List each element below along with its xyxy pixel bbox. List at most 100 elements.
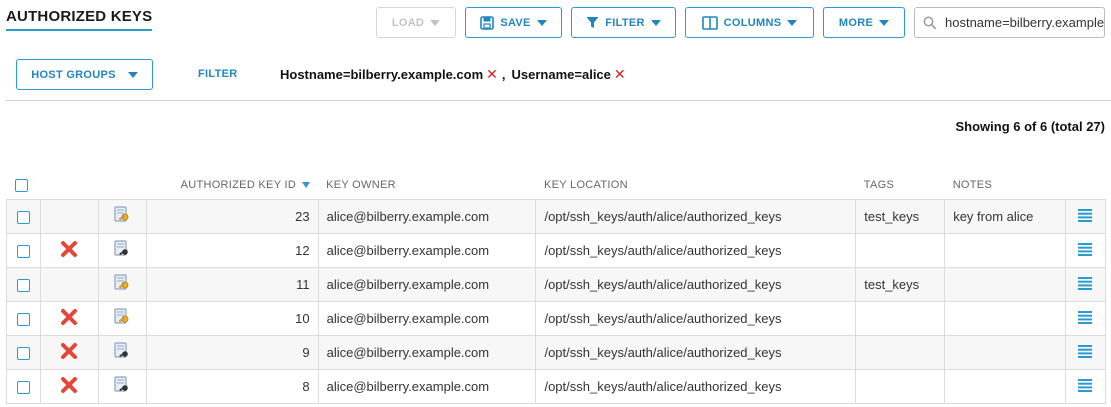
key-dark-icon[interactable] <box>112 341 132 364</box>
cell-key-id: 12 <box>145 232 319 268</box>
cell-key-owner: alice@bilberry.example.com <box>317 368 537 404</box>
filter-separator: , <box>501 67 506 82</box>
row-checkbox[interactable] <box>16 278 30 292</box>
load-button-label: LOAD <box>391 16 425 29</box>
row-icon-cell <box>97 232 147 268</box>
columns-icon <box>701 15 718 30</box>
row-select-cell <box>6 198 41 234</box>
row-icon-cell <box>97 334 147 370</box>
cell-key-location: /opt/ssh_keys/auth/alice/authorized_keys <box>535 232 857 268</box>
select-all-checkbox[interactable] <box>14 178 28 192</box>
cell-key-id: 23 <box>145 198 319 234</box>
funnel-icon <box>586 17 599 28</box>
divider <box>6 100 1111 101</box>
table-row[interactable]: 23 alice@bilberry.example.com/opt/ssh_key… <box>6 198 1107 234</box>
row-select-cell <box>6 334 41 370</box>
filter-chip-label: Username=alice <box>511 67 611 82</box>
row-checkbox[interactable] <box>16 380 30 394</box>
search-box[interactable] <box>914 7 1105 38</box>
row-menu-icon[interactable] <box>1078 344 1093 361</box>
row-checkbox[interactable] <box>16 312 30 326</box>
filter-button-label: FILTER <box>605 16 645 29</box>
more-button-label: MORE <box>838 16 874 29</box>
filter-chip-label: Hostname=bilberry.example.com <box>280 67 484 82</box>
row-menu-icon[interactable] <box>1078 208 1093 225</box>
host-groups-dropdown[interactable]: HOST GROUPS <box>16 59 153 90</box>
filter-button[interactable]: FILTER <box>571 7 676 38</box>
column-header-id-label: AUTHORIZED KEY ID <box>180 179 297 192</box>
cell-key-owner: alice@bilberry.example.com <box>317 232 537 268</box>
cell-key-id: 8 <box>145 368 319 404</box>
row-icon-cell <box>97 266 147 302</box>
search-icon <box>915 16 945 30</box>
cell-notes <box>944 300 1066 336</box>
active-filters: Hostname=bilberry.example.com ✕ , Userna… <box>280 66 626 83</box>
chevron-down-icon <box>127 71 138 78</box>
table-header-row: AUTHORIZED KEY ID KEY OWNER KEY LOCATION… <box>7 172 1106 199</box>
row-checkbox[interactable] <box>16 346 30 360</box>
cell-tags <box>855 334 946 370</box>
column-header-owner[interactable]: KEY OWNER <box>318 172 536 199</box>
key-gold-icon[interactable] <box>112 205 132 228</box>
result-count: Showing 6 of 6 (total 27) <box>955 119 1105 134</box>
row-menu-icon[interactable] <box>1078 310 1093 327</box>
key-gold-icon[interactable] <box>112 273 132 296</box>
cell-key-id: 9 <box>145 334 319 370</box>
cell-notes <box>944 232 1066 268</box>
row-status-cell <box>39 198 99 234</box>
row-menu-icon[interactable] <box>1078 276 1093 293</box>
cell-key-location: /opt/ssh_keys/auth/alice/authorized_keys <box>535 368 857 404</box>
save-button[interactable]: SAVE <box>465 7 562 38</box>
remove-filter-icon[interactable]: ✕ <box>614 66 626 83</box>
row-status-cell <box>39 300 99 336</box>
table-row[interactable]: 11 alice@bilberry.example.com/opt/ssh_key… <box>6 266 1107 302</box>
column-header-tags[interactable]: TAGS <box>856 172 945 199</box>
header-status <box>40 172 98 199</box>
header-icon <box>98 172 146 199</box>
key-gold-icon[interactable] <box>112 307 132 330</box>
search-input[interactable] <box>945 15 1104 30</box>
table-row[interactable]: 8 alice@bilberry.example.com/opt/ssh_keys… <box>6 368 1107 404</box>
row-menu-cell <box>1064 266 1107 302</box>
cell-tags <box>855 368 946 404</box>
more-button[interactable]: MORE <box>823 7 905 38</box>
filter-link[interactable]: FILTER <box>198 68 237 80</box>
row-select-cell <box>6 266 41 302</box>
row-status-cell <box>39 368 99 404</box>
table-row[interactable]: 10 alice@bilberry.example.com/opt/ssh_key… <box>6 300 1107 336</box>
cell-tags <box>855 300 946 336</box>
chevron-down-icon <box>430 19 441 26</box>
chevron-down-icon <box>787 19 798 26</box>
cell-tags: test_keys <box>855 198 946 234</box>
host-groups-label: HOST GROUPS <box>31 68 116 81</box>
cell-key-id: 11 <box>145 266 319 302</box>
table-row[interactable]: 9 alice@bilberry.example.com/opt/ssh_keys… <box>6 334 1107 370</box>
table-row[interactable]: 12 alice@bilberry.example.com/opt/ssh_key… <box>6 232 1107 268</box>
key-dark-icon[interactable] <box>112 239 132 262</box>
row-checkbox[interactable] <box>16 210 30 224</box>
chevron-down-icon <box>879 19 890 26</box>
row-select-cell <box>6 300 41 336</box>
cell-key-owner: alice@bilberry.example.com <box>317 334 537 370</box>
row-menu-cell <box>1064 300 1107 336</box>
row-icon-cell <box>97 198 147 234</box>
row-menu-cell <box>1064 368 1107 404</box>
deleted-x-icon <box>59 375 79 398</box>
remove-filter-icon[interactable]: ✕ <box>486 66 498 83</box>
column-header-notes[interactable]: NOTES <box>945 172 1066 199</box>
load-button[interactable]: LOAD <box>376 7 456 38</box>
cell-key-owner: alice@bilberry.example.com <box>317 300 537 336</box>
cell-key-owner: alice@bilberry.example.com <box>317 266 537 302</box>
row-checkbox[interactable] <box>16 244 30 258</box>
chevron-down-icon <box>650 19 661 26</box>
row-menu-icon[interactable] <box>1078 378 1093 395</box>
row-status-cell <box>39 334 99 370</box>
column-header-id[interactable]: AUTHORIZED KEY ID <box>146 172 318 199</box>
row-menu-icon[interactable] <box>1078 242 1093 259</box>
row-select-cell <box>6 232 41 268</box>
column-header-location[interactable]: KEY LOCATION <box>536 172 856 199</box>
columns-button[interactable]: COLUMNS <box>685 7 814 38</box>
row-icon-cell <box>97 368 147 404</box>
row-icon-cell <box>97 300 147 336</box>
key-dark-icon[interactable] <box>112 375 132 398</box>
